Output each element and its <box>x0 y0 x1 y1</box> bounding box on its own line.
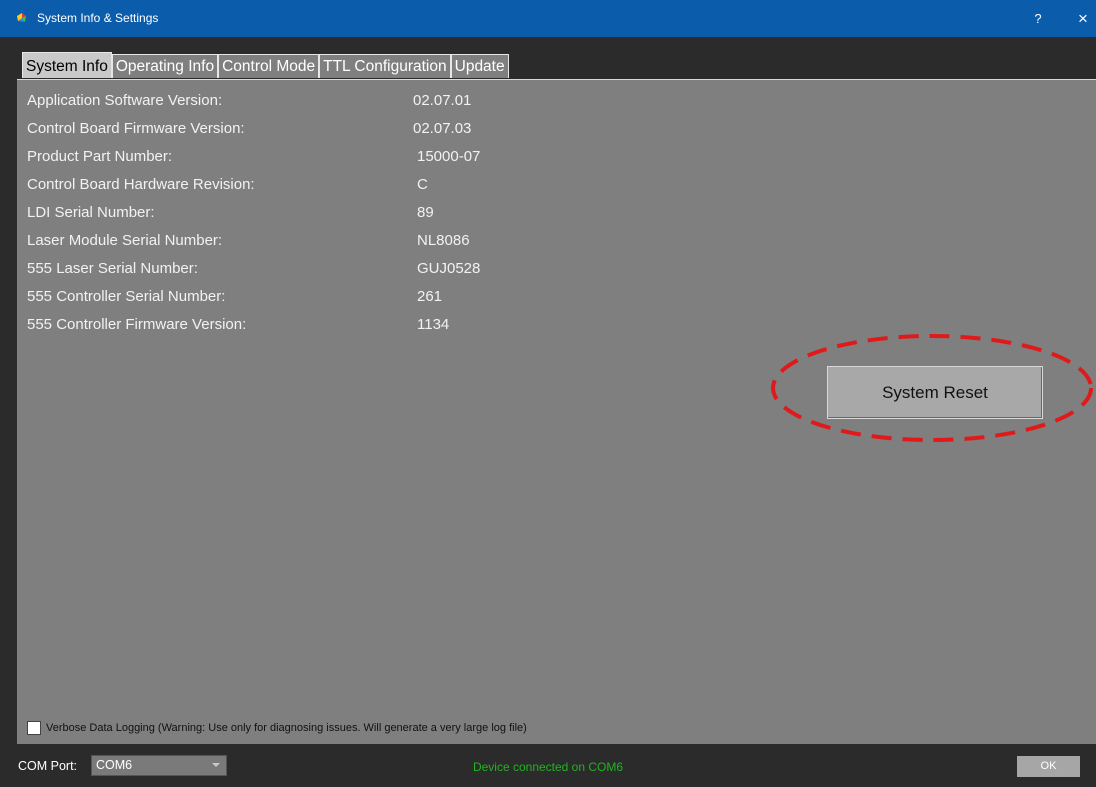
tab-operating-info[interactable]: Operating Info <box>111 54 219 78</box>
title-bar: System Info & Settings ? × <box>0 0 1096 37</box>
info-label: Product Part Number: <box>27 148 173 165</box>
tab-control-mode[interactable]: Control Mode <box>218 54 320 78</box>
tab-ttl-configuration[interactable]: TTL Configuration <box>319 54 451 78</box>
help-button[interactable]: ? <box>1028 0 1048 37</box>
info-value: 02.07.01 <box>413 92 472 109</box>
info-value: 89 <box>417 204 434 221</box>
info-value: 15000-07 <box>417 148 481 165</box>
info-label: 555 Controller Serial Number: <box>27 288 226 305</box>
info-label: Control Board Firmware Version: <box>27 120 245 137</box>
ok-button[interactable]: OK <box>1017 756 1080 777</box>
close-button[interactable]: × <box>1072 0 1094 37</box>
info-label: 555 Controller Firmware Version: <box>27 316 247 333</box>
verbose-logging-row: Verbose Data Logging (Warning: Use only … <box>27 720 527 736</box>
verbose-logging-label: Verbose Data Logging (Warning: Use only … <box>46 722 527 734</box>
info-value: 02.07.03 <box>413 120 472 137</box>
info-label: Control Board Hardware Revision: <box>27 176 255 193</box>
info-label: Laser Module Serial Number: <box>27 232 223 249</box>
info-value: C <box>417 176 428 193</box>
info-label: Application Software Version: <box>27 92 223 109</box>
window-title: System Info & Settings <box>37 11 159 25</box>
info-label: LDI Serial Number: <box>27 204 155 221</box>
info-value: NL8086 <box>417 232 470 249</box>
tab-bar: System Info Operating Info Control Mode … <box>22 52 509 79</box>
info-value: 261 <box>417 288 443 305</box>
annotation-ellipse <box>771 334 1093 442</box>
tab-update[interactable]: Update <box>450 54 509 78</box>
info-value: 1134 <box>417 316 450 333</box>
app-icon <box>17 13 26 22</box>
connection-status: Device connected on COM6 <box>472 760 624 774</box>
tab-system-info[interactable]: System Info <box>22 52 112 78</box>
verbose-logging-checkbox[interactable] <box>27 721 41 735</box>
info-value: GUJ0528 <box>417 260 481 277</box>
system-info-panel: Application Software Version: 02.07.01 C… <box>17 79 1096 744</box>
info-label: 555 Laser Serial Number: <box>27 260 198 277</box>
